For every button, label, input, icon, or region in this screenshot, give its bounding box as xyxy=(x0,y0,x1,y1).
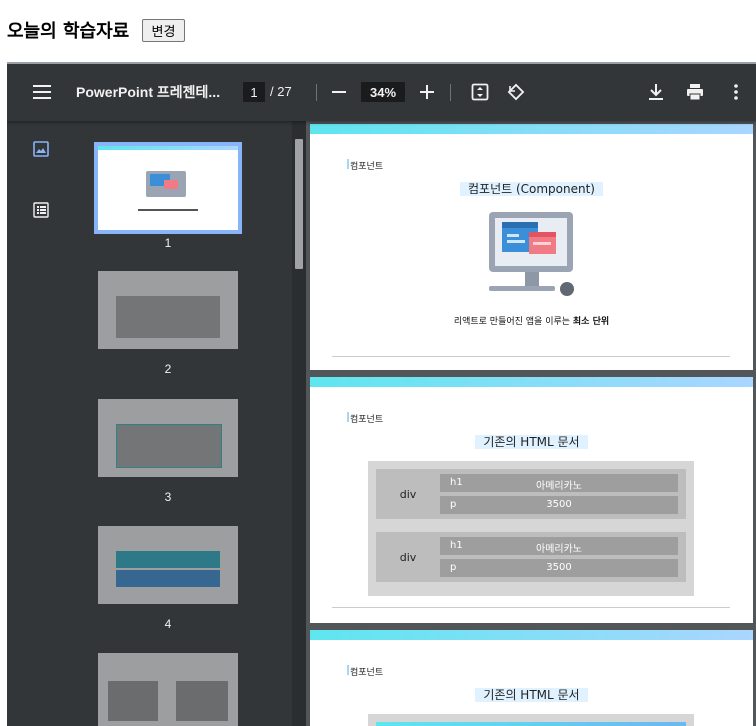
computer-illustration xyxy=(485,210,580,302)
slide-heading: 컴포넌트 (Component) xyxy=(310,180,753,197)
change-button[interactable]: 변경 xyxy=(142,19,185,42)
pdf-page: 컴포넌트 기존의 HTML 문서 div h1 아메리카노 p 3500 div h… xyxy=(310,377,753,623)
menu-icon[interactable] xyxy=(31,81,53,103)
slide-top-band xyxy=(310,377,753,387)
table-row: div h1 아메리카노 p 3500 xyxy=(376,532,686,582)
thumbnail-page[interactable] xyxy=(98,653,238,726)
thumbnail-icon[interactable] xyxy=(28,136,54,162)
more-vert-icon[interactable] xyxy=(725,81,747,103)
zoom-in-icon[interactable] xyxy=(417,81,437,103)
pdf-page: 컴포넌트 컴포넌트 (Component) 리액트로 만들어진 앱을 이루는 최… xyxy=(310,124,753,370)
slide-bottom-line xyxy=(332,607,730,608)
toolbar-divider xyxy=(316,84,317,101)
row-label: div xyxy=(399,487,417,501)
scrollbar-thumb[interactable] xyxy=(295,139,303,269)
slide-top-band xyxy=(310,630,753,640)
thumbnail-number: 4 xyxy=(164,617,172,631)
download-icon[interactable] xyxy=(645,81,667,103)
left-edge xyxy=(0,62,7,726)
thumbnail-page[interactable] xyxy=(98,271,238,349)
thumbnail-number: 1 xyxy=(164,236,172,250)
page-number-input[interactable]: 1 xyxy=(243,82,265,102)
thumbnail-number: 3 xyxy=(164,490,172,504)
pdf-page: 컴포넌트 기존의 HTML 문서 xyxy=(310,630,753,726)
row-label: div xyxy=(399,550,417,564)
pdf-toolbar: PowerPoint 프레젠테... 1 / 27 34% xyxy=(7,64,756,121)
table-cell: p 3500 xyxy=(440,496,678,514)
fit-page-icon[interactable] xyxy=(469,81,491,103)
slide-crumb: 컴포넌트 xyxy=(350,162,384,172)
document-title: PowerPoint 프레젠테... xyxy=(76,84,221,100)
page-title: 오늘의 학습자료 xyxy=(7,21,130,42)
table-cell: h1 아메리카노 xyxy=(440,537,678,555)
toolbar-divider xyxy=(450,84,451,101)
zoom-input[interactable]: 34% xyxy=(361,82,405,102)
html-structure-table: div h1 아메리카노 p 3500 div h1 아메리카노 p 3500 xyxy=(368,461,694,596)
slide-top-band xyxy=(310,124,753,134)
slide-crumb: 컴포넌트 xyxy=(350,668,384,678)
crumb-bar xyxy=(347,159,349,169)
thumbnail-number: 2 xyxy=(164,362,172,376)
outline-icon[interactable] xyxy=(28,197,54,223)
crumb-bar xyxy=(347,665,349,675)
crumb-bar xyxy=(347,412,349,422)
slide-subtitle: 리액트로 만들어진 앱을 이루는 최소 단위 xyxy=(453,317,610,327)
page-total: / 27 xyxy=(270,84,292,99)
table-cell: p 3500 xyxy=(440,559,678,577)
print-icon[interactable] xyxy=(684,81,706,103)
table-row: div h1 아메리카노 p 3500 xyxy=(376,469,686,519)
rotate-icon[interactable] xyxy=(505,81,527,103)
slide-heading: 기존의 HTML 문서 xyxy=(310,433,753,450)
thumbnail-sidebar: 1 2 3 4 xyxy=(7,121,297,726)
thumbnail-page[interactable] xyxy=(98,526,238,604)
slide-bottom-line xyxy=(332,356,730,357)
slide-crumb: 컴포넌트 xyxy=(350,415,384,425)
slide-heading: 기존의 HTML 문서 xyxy=(310,686,753,703)
table-cell: h1 아메리카노 xyxy=(440,474,678,492)
page-header: 오늘의 학습자료 변경 xyxy=(0,0,756,62)
thumbnail-page[interactable] xyxy=(94,142,242,234)
thumbnail-page[interactable] xyxy=(98,399,238,477)
pdf-viewer: PowerPoint 프레젠테... 1 / 27 34% 1 2 3 4 컴포… xyxy=(7,62,756,726)
zoom-out-icon[interactable] xyxy=(329,81,349,103)
slide-table-top xyxy=(368,714,694,726)
